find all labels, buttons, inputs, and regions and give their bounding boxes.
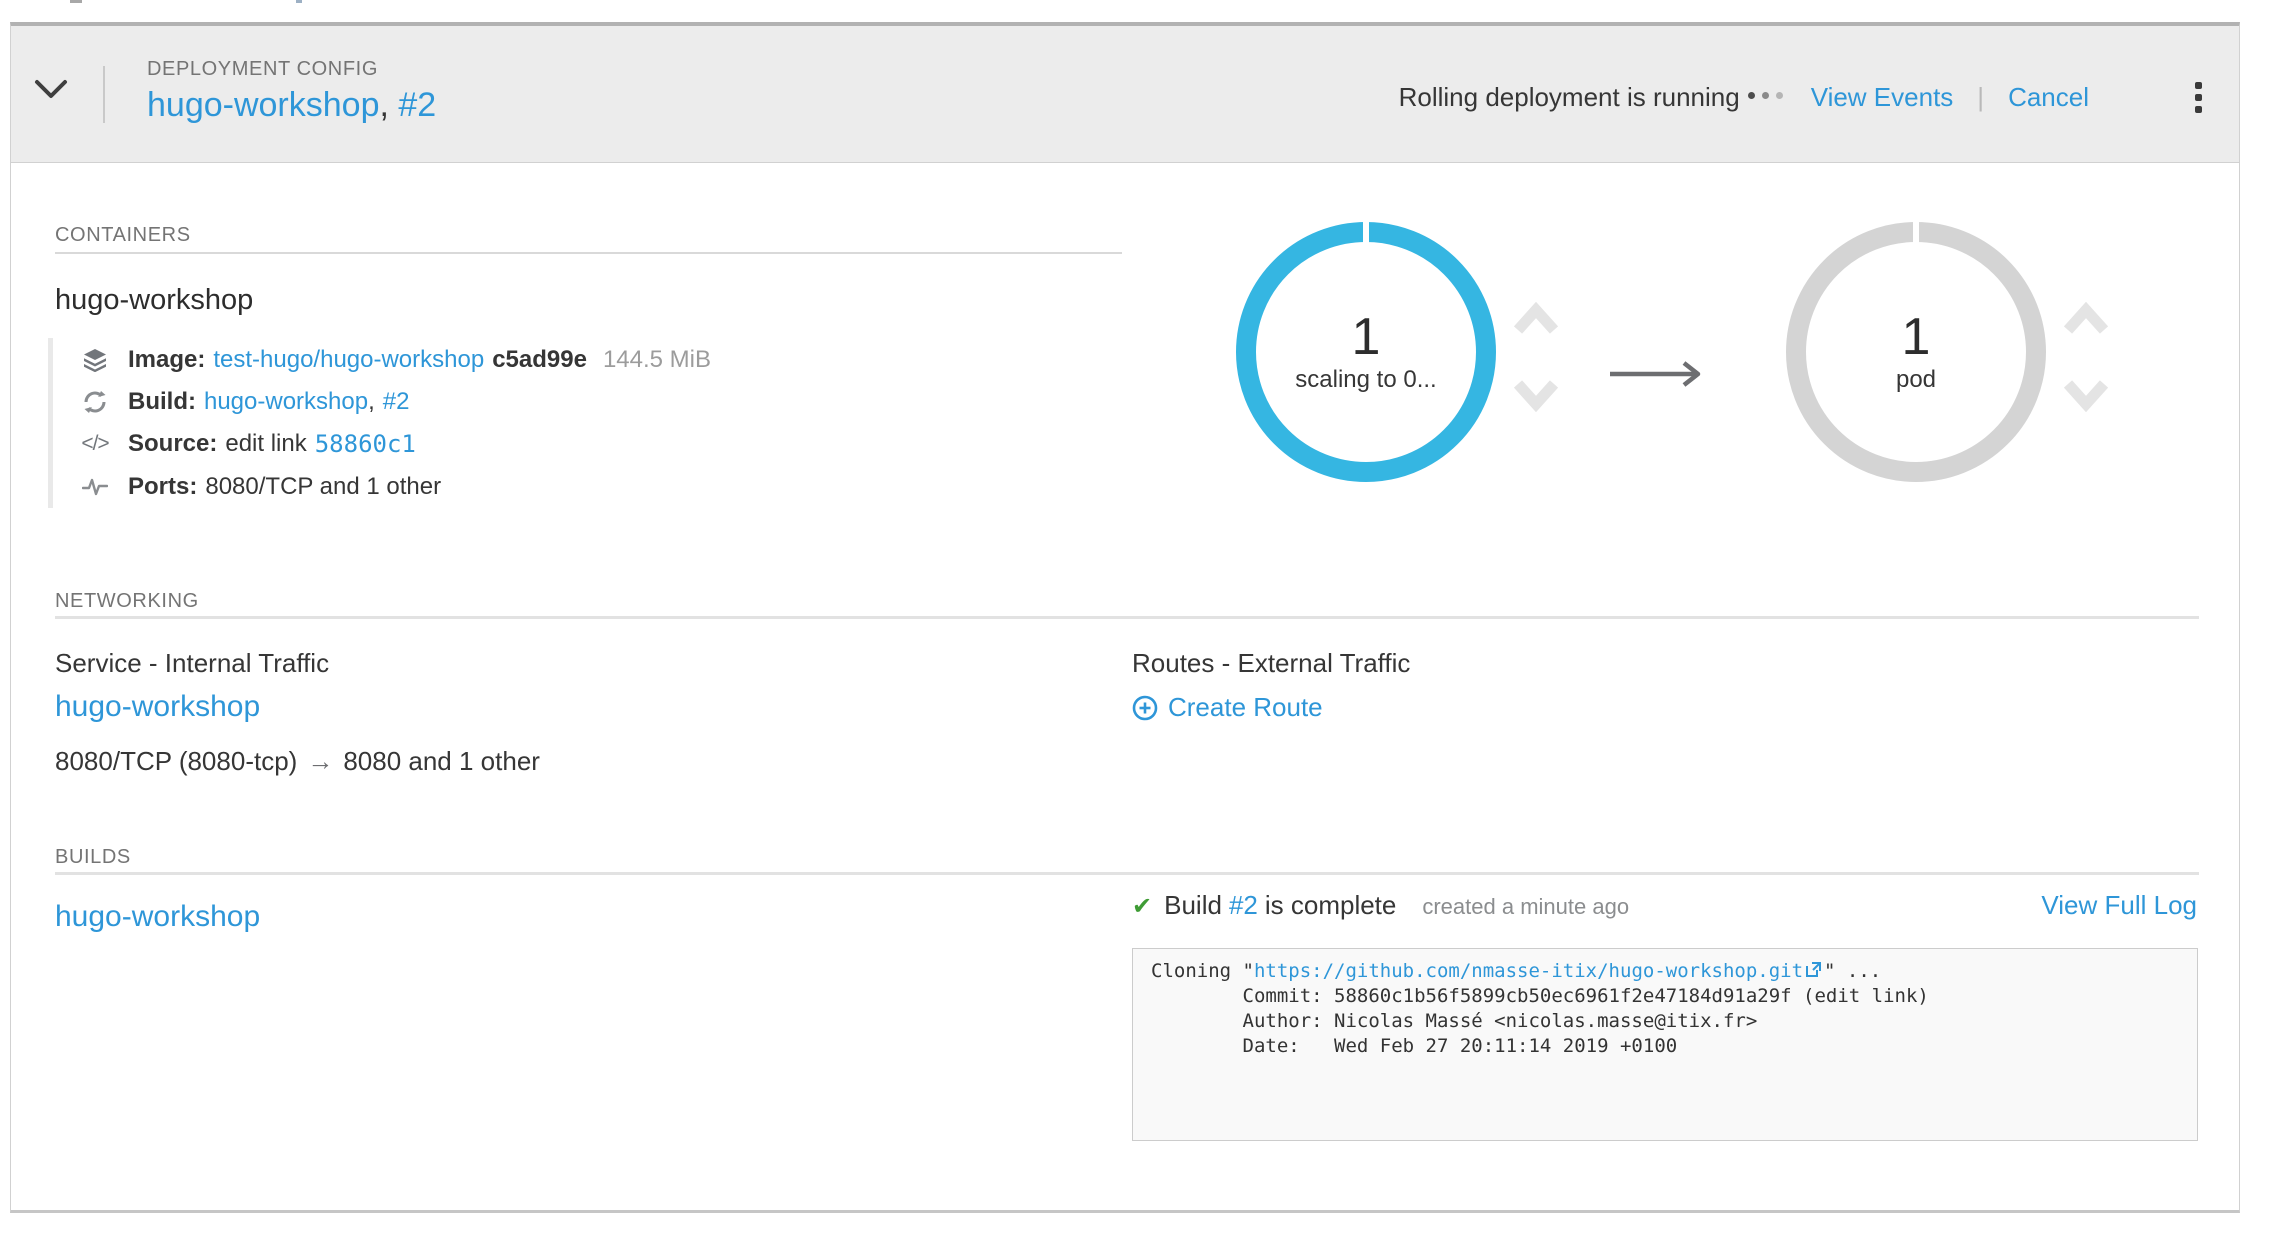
cutoff-row-fragment	[70, 0, 82, 3]
chevron-up-icon	[1512, 302, 1560, 338]
success-check-icon: ✔	[1132, 892, 1152, 921]
deployment-version-link[interactable]: #2	[398, 86, 436, 124]
header-divider	[103, 66, 105, 123]
deployment-title: hugo-workshop, #2	[147, 86, 436, 125]
chevron-down-icon	[1512, 376, 1560, 412]
scale-up-button[interactable]	[1512, 302, 1560, 338]
kebab-menu-button[interactable]	[2189, 78, 2208, 117]
build-config-link[interactable]: hugo-workshop	[55, 900, 260, 934]
donut-notch	[1363, 220, 1369, 244]
collapse-toggle[interactable]	[34, 78, 68, 100]
source-label: Source:	[128, 430, 217, 458]
build-number-link[interactable]: #2	[1229, 890, 1258, 921]
build-status-prefix: Build	[1164, 890, 1222, 921]
pulse-icon	[80, 478, 110, 496]
routes-title: Routes - External Traffic	[1132, 648, 1410, 679]
builds-rule	[55, 872, 2199, 875]
build-label: Build:	[128, 388, 196, 416]
image-sha: c5ad99e	[492, 346, 587, 374]
build-link[interactable]: hugo-workshop	[204, 388, 368, 416]
kind-label: DEPLOYMENT CONFIG	[147, 58, 378, 81]
log-line: Cloning "https://github.com/nmasse-itix/…	[1151, 959, 2179, 984]
ports-row: Ports: 8080/TCP and 1 other	[80, 471, 441, 503]
scaling-count: 1	[1352, 310, 1381, 365]
pod-donut: 1 pod	[1786, 222, 2046, 482]
source-row: </> Source: edit link 58860c1	[80, 428, 416, 460]
create-route-label: Create Route	[1168, 692, 1323, 723]
created-timestamp: created a minute ago	[1422, 894, 1629, 920]
plus-circle-icon	[1132, 695, 1158, 721]
scale-down-button[interactable]	[1512, 376, 1560, 412]
port-arrow-icon: →	[307, 746, 333, 776]
chevron-down-icon	[2062, 376, 2110, 412]
chevron-up-icon	[2062, 302, 2110, 338]
image-size: 144.5 MiB	[603, 346, 711, 374]
networking-rule	[55, 616, 2199, 619]
build-log: Cloning "https://github.com/nmasse-itix/…	[1132, 948, 2198, 1141]
view-events-link[interactable]: View Events	[1811, 82, 1954, 113]
external-link-icon	[1805, 961, 1822, 978]
scale-down-button[interactable]	[2062, 376, 2110, 412]
containers-rule	[55, 252, 1122, 254]
log-url-link[interactable]: https://github.com/nmasse-itix/hugo-work…	[1254, 960, 1824, 982]
refresh-icon	[80, 390, 110, 414]
code-icon: </>	[80, 432, 110, 456]
service-link[interactable]: hugo-workshop	[55, 690, 260, 724]
create-route-link[interactable]: Create Route	[1132, 692, 1323, 723]
scaling-label: scaling to 0...	[1295, 366, 1436, 394]
scale-up-button[interactable]	[2062, 302, 2110, 338]
header-controls: Rolling deployment is running View Event…	[1399, 78, 2208, 117]
transition-arrow-icon	[1608, 360, 1708, 393]
cutoff-row-fragment	[296, 0, 302, 3]
service-targets: 8080 and 1 other	[343, 746, 540, 776]
section-label-networking: NETWORKING	[55, 590, 199, 613]
section-label-containers: CONTAINERS	[55, 224, 191, 247]
build-row: Build: hugo-workshop, #2	[80, 386, 409, 418]
image-row: Image: test-hugo/hugo-workshop c5ad99e 1…	[80, 344, 711, 376]
build-separator: ,	[368, 388, 375, 416]
log-line: Author: Nicolas Massé <nicolas.masse@iti…	[1151, 1009, 2179, 1034]
log-text: " ...	[1824, 960, 1881, 982]
links-divider: |	[1977, 82, 1984, 113]
log-line: Date: Wed Feb 27 20:11:14 2019 +0100	[1151, 1034, 2179, 1059]
ports-value: 8080/TCP and 1 other	[205, 473, 441, 501]
service-title: Service - Internal Traffic	[55, 648, 329, 679]
container-detail-bar	[48, 338, 53, 508]
rollout-status-text: Rolling deployment is running	[1399, 82, 1740, 113]
image-link[interactable]: test-hugo/hugo-workshop	[213, 346, 484, 374]
layers-icon	[80, 348, 110, 372]
source-commit-link[interactable]: 58860c1	[315, 430, 416, 458]
log-url-text: https://github.com/nmasse-itix/hugo-work…	[1254, 960, 1803, 982]
build-status-suffix: is complete	[1265, 890, 1397, 921]
log-text: Cloning "	[1151, 960, 1254, 982]
title-separator: ,	[379, 86, 398, 124]
loading-dots-icon	[1748, 92, 1783, 104]
ports-label: Ports:	[128, 473, 197, 501]
source-text: edit link	[225, 430, 306, 458]
scaling-donut: 1 scaling to 0...	[1236, 222, 1496, 482]
log-line: Commit: 58860c1b56f5899cb50ec6961f2e4718…	[1151, 984, 2179, 1009]
chevron-down-icon	[34, 78, 68, 100]
pod-count: 1	[1902, 310, 1931, 365]
container-name: hugo-workshop	[55, 284, 253, 317]
cancel-link[interactable]: Cancel	[2008, 82, 2089, 113]
view-full-log-link[interactable]: View Full Log	[2041, 890, 2197, 921]
deployment-config-page: DEPLOYMENT CONFIG hugo-workshop, #2 Roll…	[0, 0, 2272, 1238]
deployment-name-link[interactable]: hugo-workshop	[147, 86, 379, 124]
build-status-row: ✔ Build #2 is complete created a minute …	[1132, 890, 2197, 921]
section-label-builds: BUILDS	[55, 846, 131, 869]
image-label: Image:	[128, 346, 205, 374]
pod-label: pod	[1896, 366, 1936, 394]
service-ports: 8080/TCP (8080-tcp)	[55, 746, 297, 776]
build-number-link[interactable]: #2	[383, 388, 410, 416]
donut-notch	[1913, 220, 1919, 244]
service-ports-line: 8080/TCP (8080-tcp) → 8080 and 1 other	[55, 746, 540, 777]
